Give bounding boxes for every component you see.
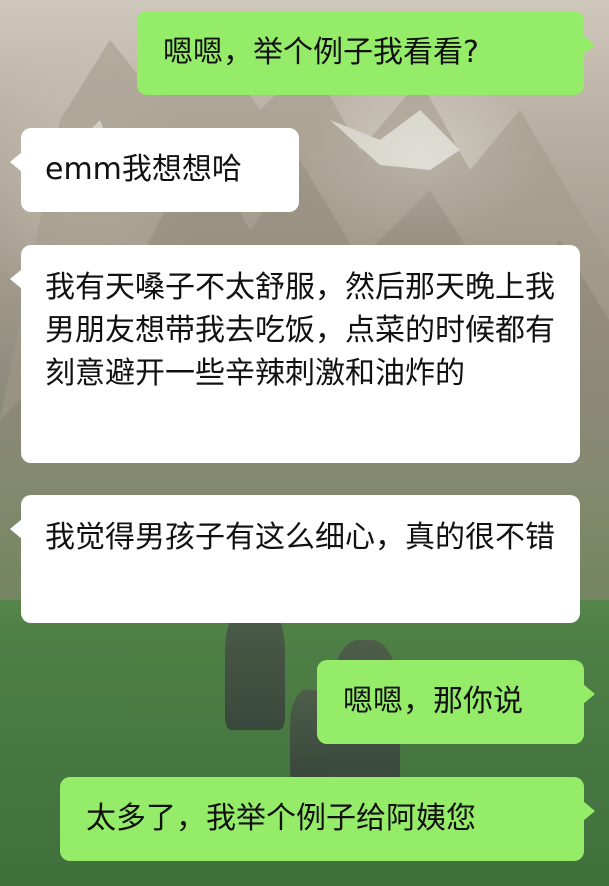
message-text: 我觉得男孩子有这么细心，真的很不错 (45, 520, 555, 555)
message-text: 太多了，我举个例子给阿姨您 (86, 801, 476, 836)
sent-message-bubble[interactable]: 太多了，我举个例子给阿姨您 (60, 777, 595, 861)
message-text: 我有天嗓子不太舒服，然后那天晚上我男朋友想带我去吃饭，点菜的时候都有刻意避开一些… (45, 270, 555, 391)
received-message-bubble[interactable]: 我觉得男孩子有这么细心，真的很不错 (10, 495, 580, 623)
message-text: 嗯嗯，举个例子我看看? (163, 35, 479, 70)
received-message-bubble[interactable]: 我有天嗓子不太舒服，然后那天晚上我男朋友想带我去吃饭，点菜的时候都有刻意避开一些… (10, 245, 580, 463)
sent-message-bubble[interactable]: 嗯嗯，那你说 (317, 660, 595, 744)
received-message-bubble[interactable]: emm我想想哈 (10, 128, 299, 212)
message-text: 嗯嗯，那你说 (343, 684, 523, 719)
sent-message-bubble[interactable]: 嗯嗯，举个例子我看看? (137, 11, 595, 95)
message-text: emm我想想哈 (45, 152, 242, 187)
